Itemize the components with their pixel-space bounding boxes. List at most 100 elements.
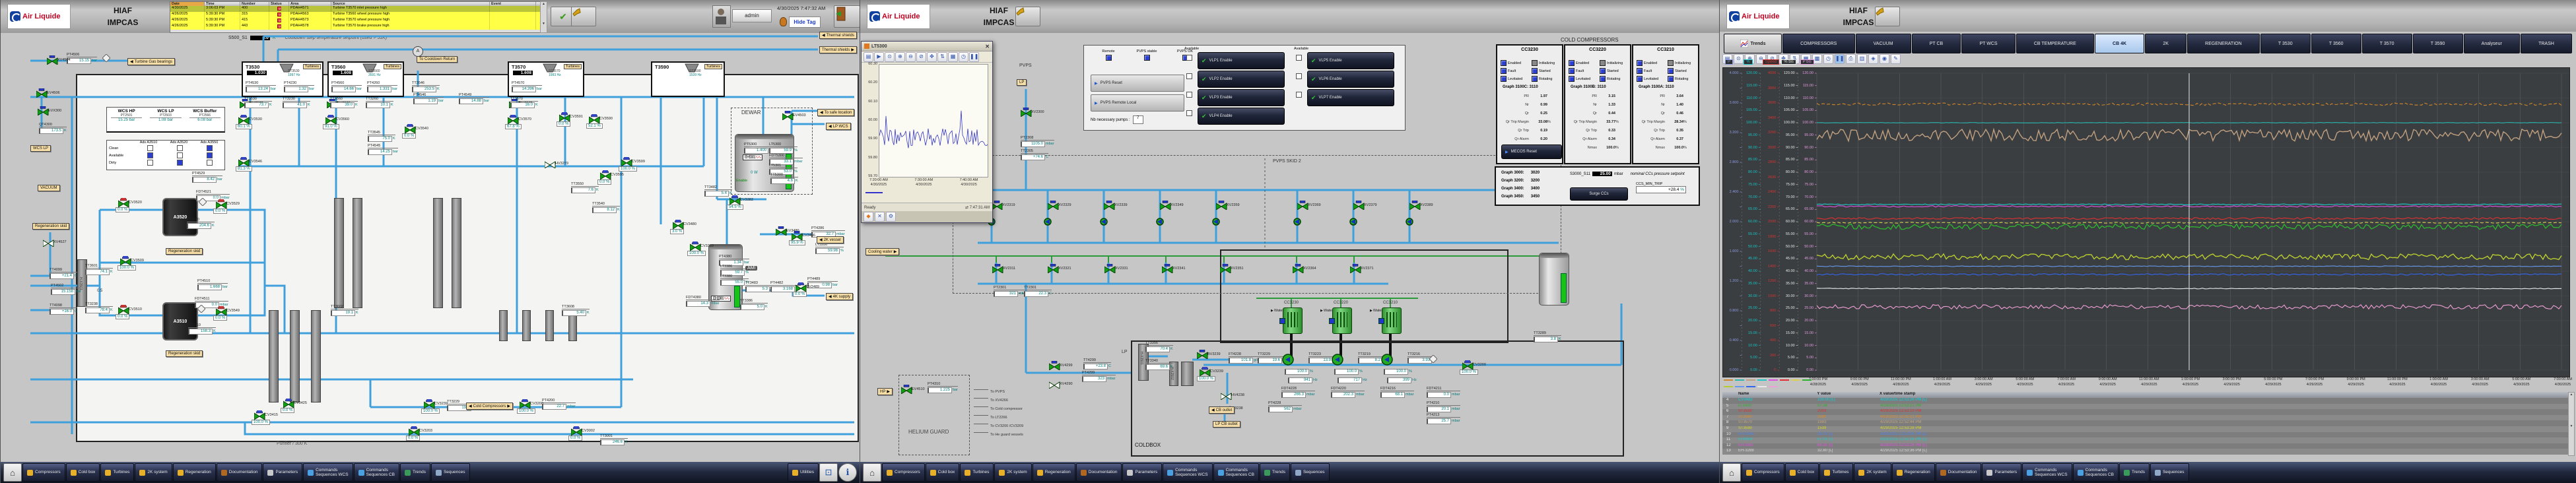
popup-settings-icon[interactable]: ⚙ xyxy=(886,212,896,222)
nav-label-regeneration-skid[interactable]: Regeneration skid xyxy=(166,350,203,357)
vlp-enable-button-1[interactable]: ✔VLP1 Enable xyxy=(1198,52,1285,69)
nav-label-hp[interactable]: HP xyxy=(877,388,893,395)
cc-graph-link[interactable]: Graph 3100A: 3110 xyxy=(1639,85,1674,89)
taskbar-button-2k-system[interactable]: 2K system xyxy=(994,463,1031,482)
chart-tool-icon-11[interactable]: ⎙ xyxy=(1846,54,1856,64)
popup-tool-icon[interactable]: ⇅ xyxy=(937,52,947,62)
legend-table[interactable]: NameY valueX value/time stamp4CV3482100.… xyxy=(1722,392,2570,455)
available-checkbox[interactable] xyxy=(1296,92,1302,98)
taskbar-button-documentation[interactable]: Documentation xyxy=(1936,463,1982,482)
tab-t-3570[interactable]: T 3570 xyxy=(2362,34,2412,53)
taskbar-button-commands[interactable]: Commands Sequences CB xyxy=(2073,463,2118,482)
popup-home-icon[interactable]: ◆ xyxy=(864,212,873,222)
popup-tool-icon[interactable]: ⊘ xyxy=(916,52,926,62)
legend-row[interactable]: 7ST356035904/29/2025 12:52:51 PM xyxy=(1722,415,2570,421)
taskbar-button-documentation[interactable]: Documentation xyxy=(217,463,263,482)
legend-row[interactable]: 10EH-354539.00 [L]4/29/2025 12:53:06 PM … xyxy=(1722,432,2570,438)
taskbar-button-trends[interactable]: Trends xyxy=(1260,463,1290,482)
taskbar-button-parameters[interactable]: Parameters xyxy=(1982,463,2021,482)
cc-graph-link[interactable]: Graph 3100B: 3110 xyxy=(1571,85,1606,89)
popup-close-button[interactable]: ✕ xyxy=(985,44,990,49)
available-checkbox[interactable] xyxy=(1186,92,1192,98)
tab-2k[interactable]: 2K xyxy=(2145,34,2186,53)
tab-pt-wcs[interactable]: PT WCS xyxy=(1961,34,2015,53)
chart-tool-icon-1[interactable]: ⊙ xyxy=(1734,54,1744,64)
turbines-nav-button[interactable]: Turbines xyxy=(303,64,321,69)
taskbar-button-commands[interactable]: Commands Sequences CB xyxy=(354,463,399,482)
cold-compressor-motor-CC3220[interactable] xyxy=(1332,307,1352,334)
legend-row[interactable]: 11EH348467.00 [L]4/29/2025 12:53:16 PM [… xyxy=(1722,437,2570,443)
available-checkbox[interactable] xyxy=(1186,110,1192,116)
tab-cb-temperature[interactable]: CB TEMPERATURE xyxy=(2016,34,2094,53)
taskbar-button-turbines[interactable]: Turbines xyxy=(1819,463,1853,482)
tab-t-3590[interactable]: T 3590 xyxy=(2413,34,2463,53)
available-checkbox[interactable] xyxy=(1186,73,1192,79)
nav-label-thermal-shields[interactable]: Thermal shields xyxy=(819,32,857,39)
taskbar-button-commands[interactable]: Commands Sequences WCS xyxy=(2022,463,2072,482)
axis-header-Speed[interactable]: Speed xyxy=(1763,59,1779,65)
popup-title-bar[interactable]: LT5300✕ xyxy=(862,42,992,51)
nav-label-regeneration-skid[interactable]: Regeneration skid xyxy=(32,223,69,230)
taskbar-button-regeneration[interactable]: Regeneration xyxy=(1892,463,1935,482)
taskbar-button-commands[interactable]: Commands Sequences CB xyxy=(1213,463,1259,482)
graph-link-row[interactable]: Graph 3450:3450 xyxy=(1501,195,1540,199)
nb-pumps-value[interactable]: 7 xyxy=(1133,115,1143,124)
nav-label-to-cooldown-return[interactable]: To Cooldown Return xyxy=(417,56,458,63)
tab-compressors[interactable]: COMPRESSORS xyxy=(1782,34,1855,53)
taskbar-button-commands[interactable]: Commands Sequences WCS xyxy=(1163,463,1213,482)
nav-label-lp-cb-outlet[interactable]: LP CB outlet xyxy=(1213,421,1240,428)
axis-header-P[interactable]: P xyxy=(1725,59,1733,65)
taskbar-button-commands[interactable]: Commands Sequences WCS xyxy=(303,463,353,482)
taskbar-button-cold-box[interactable]: Cold box xyxy=(926,463,960,482)
taskbar-button-compressors[interactable]: Compressors xyxy=(1742,463,1784,482)
taskbar-button-turbines[interactable]: Turbines xyxy=(100,463,134,482)
vlp-enable-button-4[interactable]: ✔VLP4 Enable xyxy=(1198,108,1285,125)
nav-label-regeneration-skid[interactable]: Regeneration skid xyxy=(166,248,203,255)
legend-scrollbar[interactable]: ▲▼ xyxy=(2568,392,2575,456)
popup-tool-icon[interactable]: ▦ xyxy=(948,52,958,62)
popup-tool-icon[interactable]: ✥ xyxy=(927,52,937,62)
nav-label-4k-supply[interactable]: 4K supply xyxy=(826,293,853,300)
tab-cb-4k[interactable]: CB 4K xyxy=(2095,34,2144,53)
taskbar-button-parameters[interactable]: Parameters xyxy=(1122,463,1162,482)
nav-label-to-safe-location[interactable]: To safe location xyxy=(817,109,854,116)
popup-tool-icon[interactable]: ⊕ xyxy=(895,52,905,62)
chart-tool-icon-14[interactable]: ◉ xyxy=(1880,54,1889,64)
legend-row[interactable]: 6ST353020034/29/2025 12:53:10 PM xyxy=(1722,409,2570,415)
tab-regeneration[interactable]: REGENERATION xyxy=(2187,34,2260,53)
graph-link-row[interactable]: Graph 3000:3020 xyxy=(1501,171,1540,175)
nav-label-2k-vessel[interactable]: 2K vessel xyxy=(817,236,844,243)
taskbar-button-sequences[interactable]: Sequences xyxy=(431,463,470,482)
chart-tool-icon-15[interactable]: ✎ xyxy=(1891,54,1901,64)
tab-t-3560[interactable]: T 3560 xyxy=(2311,34,2361,53)
nav-label-lp-wcs[interactable]: LP WCS xyxy=(826,123,851,130)
nav-label-vacuum[interactable]: VACUUM xyxy=(38,185,60,191)
nav-label-lp[interactable]: LP xyxy=(1017,79,1027,86)
graph-link-row[interactable]: Graph 3400:3400 xyxy=(1501,187,1540,191)
vlp-enable-button-6[interactable]: ✔VLP6 Enable xyxy=(1307,71,1394,88)
cold-compressor-motor-CC3210[interactable] xyxy=(1382,307,1402,334)
popup-chart-icon[interactable]: ✕ xyxy=(875,212,885,222)
taskbar-button-cold-box[interactable]: Cold box xyxy=(66,463,100,482)
tab-trends[interactable]: Trends xyxy=(1724,34,1782,53)
taskbar-button-compressors[interactable]: Compressors xyxy=(22,463,65,482)
vlp-enable-button-5[interactable]: ✔VLP5 Enable xyxy=(1307,52,1394,69)
tab-t-3530[interactable]: T 3530 xyxy=(2260,34,2311,53)
taskbar-button-sequences[interactable]: Sequences xyxy=(2150,463,2189,482)
taskbar-button-regeneration[interactable]: Regeneration xyxy=(1033,463,1075,482)
taskbar-button-utilities[interactable]: Utilities xyxy=(788,463,819,482)
legend-row[interactable]: 12EH-339766.20 [L]4/29/2025 12:53:26 PM … xyxy=(1722,443,2570,449)
taskbar-home-button[interactable]: ⌂ xyxy=(3,463,22,482)
vlp-enable-button-7[interactable]: ✔VLP7 Enable xyxy=(1307,89,1394,106)
vlp-enable-button-3[interactable]: ✔VLP3 Enable xyxy=(1198,89,1285,106)
available-checkbox[interactable] xyxy=(1296,73,1302,79)
taskbar-button-trends[interactable]: Trends xyxy=(2119,463,2150,482)
taskbar-button-parameters[interactable]: Parameters xyxy=(263,463,302,482)
legend-row[interactable]: 5LT530057.364/29/2025 12:53:21 PM xyxy=(1722,404,2570,410)
cc-graph-link[interactable]: Graph 3100C: 3110 xyxy=(1503,85,1538,89)
legend-row[interactable]: 9ST359015394/29/2025 12:53:28 PM xyxy=(1722,426,2570,432)
monitor-switch-button[interactable]: ⊡ xyxy=(819,463,838,482)
nav-label-cold-compressors[interactable]: Cold Compressors xyxy=(466,402,513,410)
trend-popup-lt5300[interactable]: LT5300✕▤▶⊙⊕⊖⊘✥⇅▦◷❚❚60.3060.2060.1060.005… xyxy=(861,41,993,223)
cc-setpoint-value[interactable]: 25.00 xyxy=(1592,172,1612,176)
